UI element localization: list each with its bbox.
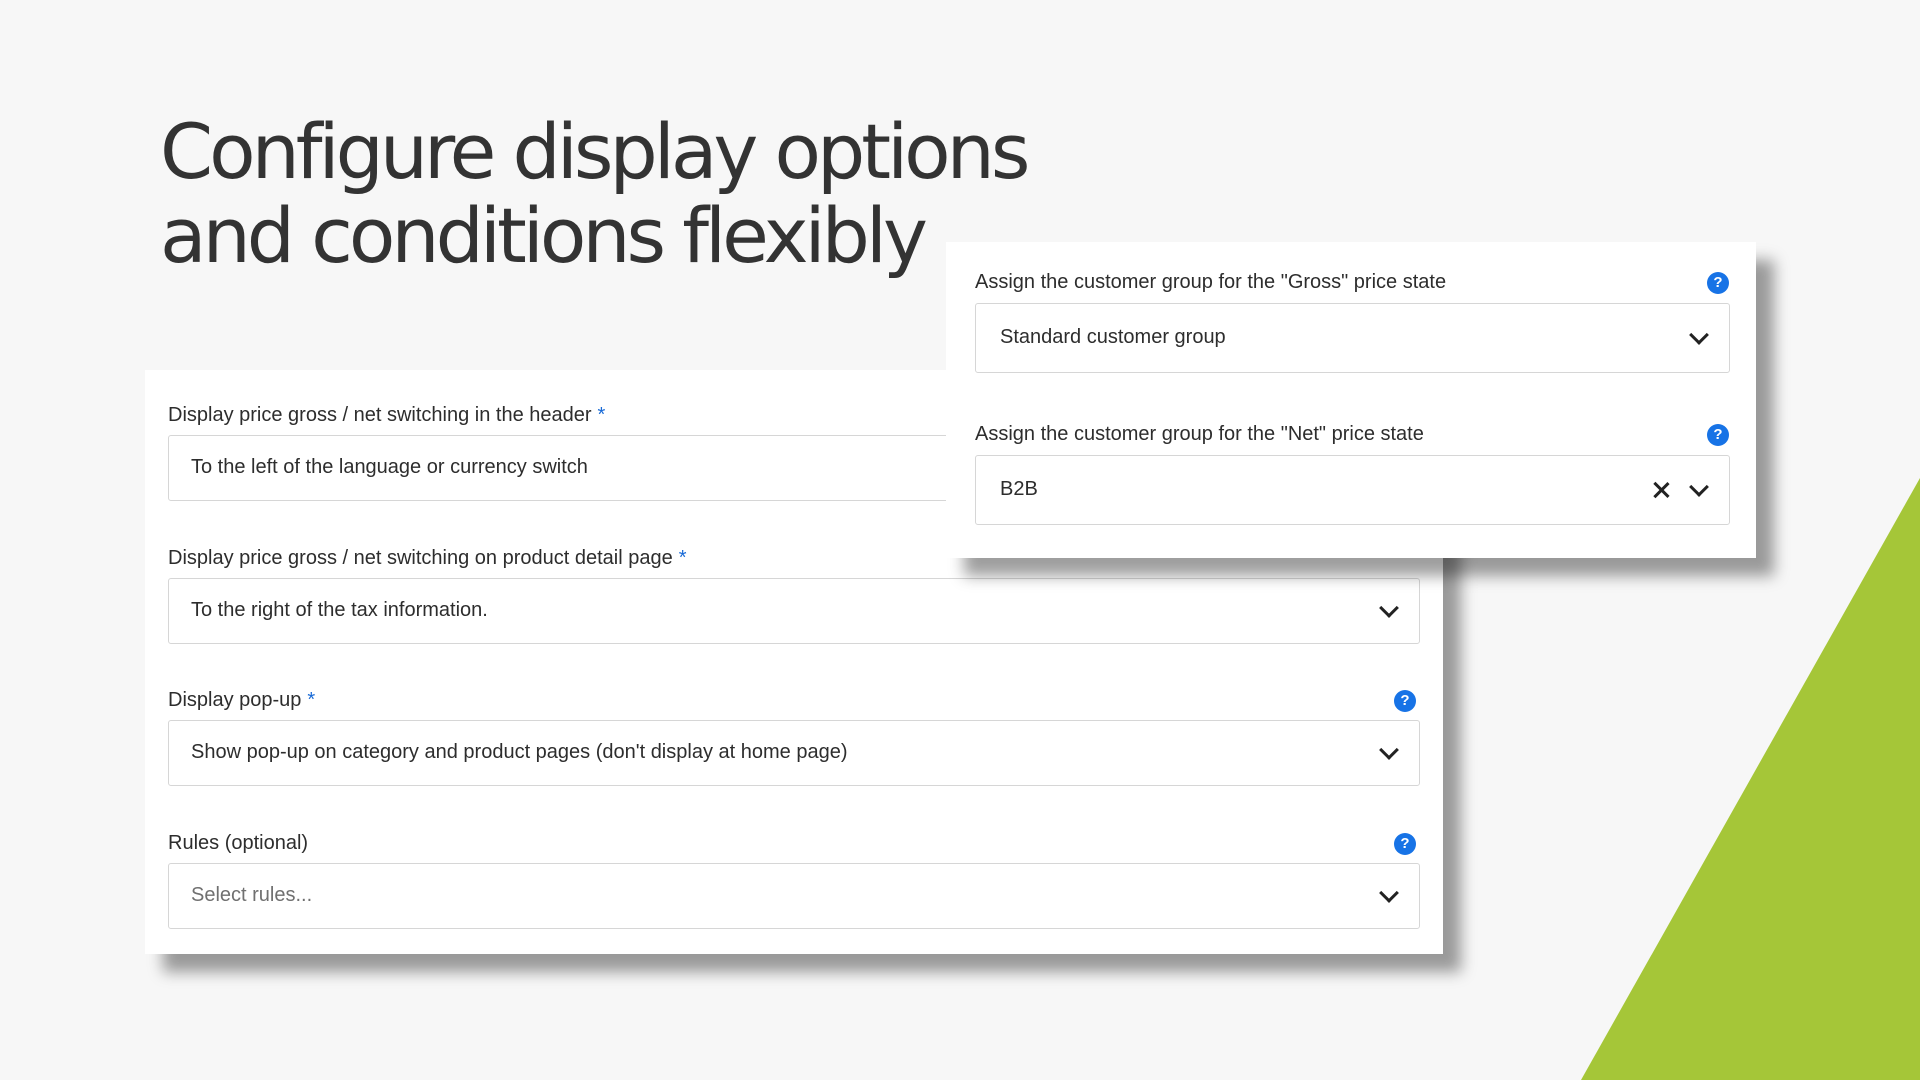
help-icon[interactable]: ? bbox=[1707, 272, 1729, 294]
rules-select[interactable]: Select rules... bbox=[168, 863, 1420, 929]
net-group-field: Assign the customer group for the "Net" … bbox=[975, 422, 1730, 525]
chevron-down-icon[interactable] bbox=[1689, 325, 1709, 345]
detail-switch-label: Display price gross / net switching on p… bbox=[168, 546, 687, 570]
detail-switch-label-text: Display price gross / net switching on p… bbox=[168, 547, 673, 569]
page-title-line-1: Configure display options bbox=[160, 107, 1030, 196]
required-marker: * bbox=[597, 404, 606, 426]
close-icon[interactable] bbox=[1651, 480, 1671, 500]
gross-group-label: Assign the customer group for the "Gross… bbox=[975, 270, 1446, 294]
rules-label: Rules (optional) bbox=[168, 831, 308, 855]
popup-field: Display pop-up * ? Show pop-up on categor… bbox=[168, 688, 1420, 786]
gross-group-value: Standard customer group bbox=[1000, 326, 1226, 348]
chevron-down-icon[interactable] bbox=[1379, 598, 1399, 618]
detail-switch-field: Display price gross / net switching on p… bbox=[168, 546, 1420, 644]
detail-switch-select[interactable]: To the right of the tax information. bbox=[168, 578, 1420, 644]
rules-placeholder: Select rules... bbox=[191, 884, 313, 906]
popup-value: Show pop-up on category and product page… bbox=[191, 741, 848, 763]
chevron-down-icon[interactable] bbox=[1379, 740, 1399, 760]
net-group-value: B2B bbox=[1000, 478, 1038, 500]
popup-select[interactable]: Show pop-up on category and product page… bbox=[168, 720, 1420, 786]
rules-label-text: Rules (optional) bbox=[168, 832, 309, 854]
customer-group-panel: Assign the customer group for the "Gross… bbox=[946, 242, 1756, 558]
net-group-label: Assign the customer group for the "Net" … bbox=[975, 422, 1424, 446]
required-marker: * bbox=[307, 689, 316, 711]
gross-group-field: Assign the customer group for the "Gross… bbox=[975, 270, 1730, 373]
detail-switch-value: To the right of the tax information. bbox=[191, 599, 488, 621]
chevron-down-icon[interactable] bbox=[1379, 883, 1399, 903]
required-marker: * bbox=[678, 547, 687, 569]
popup-label-text: Display pop-up bbox=[168, 689, 302, 711]
header-switch-label-text: Display price gross / net switching in t… bbox=[168, 404, 592, 426]
chevron-down-icon[interactable] bbox=[1689, 477, 1709, 497]
help-icon[interactable]: ? bbox=[1707, 424, 1729, 446]
net-group-label-text: Assign the customer group for the "Net" … bbox=[975, 423, 1424, 445]
help-icon[interactable]: ? bbox=[1394, 833, 1416, 855]
page-title: Configure display options and conditions… bbox=[160, 107, 1030, 280]
page-title-line-2: and conditions flexibly bbox=[160, 191, 928, 280]
gross-group-select[interactable]: Standard customer group bbox=[975, 303, 1730, 373]
header-switch-value: To the left of the language or currency … bbox=[191, 456, 588, 478]
popup-label: Display pop-up * bbox=[168, 688, 315, 712]
gross-group-label-text: Assign the customer group for the "Gross… bbox=[975, 271, 1447, 293]
help-icon[interactable]: ? bbox=[1394, 690, 1416, 712]
net-group-select[interactable]: B2B bbox=[975, 455, 1730, 525]
rules-field: Rules (optional) ? Select rules... bbox=[168, 831, 1420, 929]
header-switch-label: Display price gross / net switching in t… bbox=[168, 403, 605, 427]
